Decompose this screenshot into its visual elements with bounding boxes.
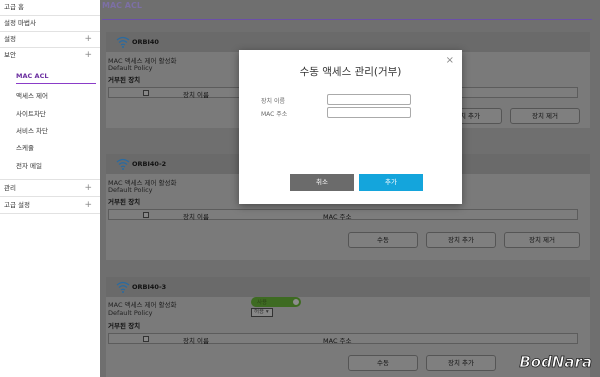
add-device-button[interactable]: 장치 추가 [426,355,496,371]
mac-address-input[interactable] [327,107,411,118]
sidebar-item-label: 설정 [4,35,16,43]
sidebar-item-security[interactable]: 보안 + [4,48,96,62]
sidebar-subitem-label: 사이트차단 [16,110,46,118]
column-header-mac-address: MAC 주소 [323,213,352,221]
sidebar-subitem-label: 전자 메일 [16,162,42,170]
sidebar-subitem-email[interactable]: 전자 메일 [16,159,96,173]
manual-access-dialog: × 수동 액세스 관리(거부) 장치 이름 MAC 주소 취소 추가 [239,50,462,204]
default-policy-value: 허용 [254,309,265,315]
toggle-label: 사용 [257,300,268,306]
expand-icon[interactable]: + [84,32,92,46]
default-policy-label: Default Policy [108,64,153,72]
expand-icon[interactable]: + [84,181,92,195]
sidebar-item-advanced-setup[interactable]: 고급 설정 + [4,198,96,212]
dialog-title: 수동 액세스 관리(거부) [299,66,402,78]
mac-acl-toggle[interactable]: 사용 [251,297,301,307]
card-header: ORBI40-3 [106,277,590,297]
column-header-mac-address: MAC 주소 [323,337,352,345]
sidebar-subitem-service-block[interactable]: 서비스 차단 [16,124,96,138]
wifi-icon [116,158,130,170]
remove-device-button[interactable]: 장치 제거 [510,108,580,124]
column-header-device-name: 장치 이름 [183,213,209,221]
select-all-checkbox[interactable] [143,90,149,96]
active-indicator [16,83,96,84]
card-header: ORBI40 [106,32,590,52]
sidebar-item-label: 보안 [4,51,16,59]
sidebar-item-label: 고급 홈 [4,3,25,11]
sidebar-subitem-label: MAC ACL [16,72,49,80]
wifi-icon [116,36,130,48]
manual-button[interactable]: 수동 [348,355,418,371]
watermark-text: BodNara [519,353,592,371]
page-title: MAC ACL [102,1,142,10]
wifi-icon [116,281,130,293]
divider [0,179,100,180]
sidebar: 고급 홈 설정 마법사 설정 + 보안 + MAC ACL 액세스 제어 사이트차단… [0,0,100,377]
select-all-checkbox[interactable] [143,336,149,342]
add-device-button[interactable]: 장치 추가 [426,232,496,248]
divider [0,213,100,214]
select-all-checkbox[interactable] [143,212,149,218]
column-header-device-name: 장치 이름 [183,337,209,345]
table-header: 장치 이름 MAC 주소 [108,209,578,221]
cancel-button[interactable]: 취소 [290,174,354,191]
card-title: ORBI40 [132,38,159,46]
divider [0,196,100,197]
sidebar-item-label: 설정 마법사 [4,19,36,27]
add-button[interactable]: 추가 [359,174,423,191]
expand-icon[interactable]: + [84,198,92,212]
denied-devices-label: 거부된 장치 [108,198,141,206]
sidebar-subitem-mac-acl[interactable]: MAC ACL [16,69,96,83]
sidebar-subitem-label: 스케쥴 [16,144,34,152]
manual-button[interactable]: 수동 [348,232,418,248]
sidebar-item-setup[interactable]: 설정 + [4,32,96,46]
denied-devices-label: 거부된 장치 [108,76,141,84]
mac-address-label: MAC 주소 [261,111,288,118]
sidebar-subitem-schedule[interactable]: 스케쥴 [16,141,96,155]
sidebar-item-setup-wizard[interactable]: 설정 마법사 [4,16,96,30]
sidebar-subitem-access-control[interactable]: 액세스 제어 [16,89,96,103]
sidebar-item-label: 고급 설정 [4,201,30,209]
toggle-knob [292,298,300,306]
sidebar-subitem-site-block[interactable]: 사이트차단 [16,107,96,121]
sidebar-subitem-label: 서비스 차단 [16,127,48,135]
sidebar-subitem-label: 액세스 제어 [16,92,48,100]
expand-icon[interactable]: + [84,48,92,62]
default-policy-label: Default Policy [108,309,153,317]
mac-enable-label: MAC 액세스 제어 활성화 [108,301,177,309]
denied-devices-label: 거부된 장치 [108,322,141,330]
card-title: ORBI40-3 [132,283,167,291]
device-name-input[interactable] [327,94,411,105]
column-header-device-name: 장치 이름 [183,91,209,99]
device-name-label: 장치 이름 [261,98,285,105]
remove-device-button[interactable]: 장치 제거 [504,232,580,248]
sidebar-item-label: 관리 [4,184,16,192]
default-policy-select[interactable]: 허용 ▾ [251,308,273,317]
title-underline [102,19,592,20]
sidebar-item-admin[interactable]: 관리 + [4,181,96,195]
default-policy-label: Default Policy [108,186,153,194]
card-title: ORBI40-2 [132,160,167,168]
watermark-logo: BodNara [519,353,592,372]
sidebar-item-advanced-home[interactable]: 고급 홈 [4,0,96,14]
